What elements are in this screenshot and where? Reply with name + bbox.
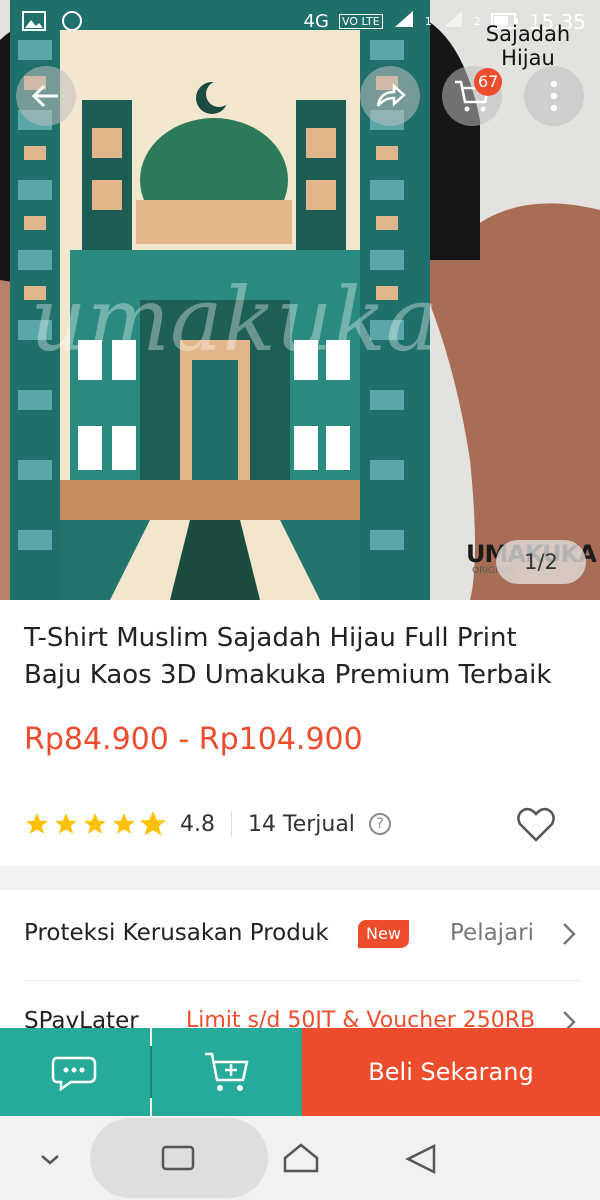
star-icon xyxy=(113,813,135,834)
image-counter: 1/2 xyxy=(496,540,586,584)
paylater-label: SPayLater xyxy=(24,1008,139,1030)
star-icon xyxy=(26,813,48,834)
chat-button[interactable] xyxy=(0,1028,150,1116)
buy-now-button[interactable]: Beli Sekarang xyxy=(302,1028,600,1116)
sim1-label: 1 xyxy=(424,15,432,28)
sim2-signal-icon xyxy=(442,9,464,34)
add-to-cart-icon xyxy=(205,1052,249,1091)
product-info: T-Shirt Muslim Sajadah Hijau Full Print … xyxy=(0,600,600,866)
shop-name[interactable]: Sajadah Hijau xyxy=(470,22,586,70)
arrow-left-icon xyxy=(31,84,58,108)
svg-text:umakuka: umakuka xyxy=(30,268,438,371)
star-icon xyxy=(55,813,77,834)
rating-value: 4.8 xyxy=(180,811,215,837)
protection-row[interactable]: Proteksi Kerusakan Produk New Pelajari xyxy=(24,890,580,981)
sold-count: 14 Terjual xyxy=(248,811,355,837)
product-photo-shirt: umakuka xyxy=(0,0,600,600)
product-image[interactable]: umakuka xyxy=(0,0,600,600)
volte-indicator: VO LTE xyxy=(338,14,383,29)
nav-home-icon[interactable] xyxy=(282,1142,320,1178)
nav-collapse-icon[interactable] xyxy=(38,1152,62,1172)
gallery-icon xyxy=(22,11,46,36)
new-badge: New xyxy=(358,920,409,948)
system-navigation-bar xyxy=(0,1116,600,1200)
star-icon xyxy=(84,813,106,834)
nav-back-icon[interactable] xyxy=(404,1142,438,1180)
star-half-icon xyxy=(140,811,166,836)
chevron-right-icon xyxy=(562,922,576,950)
share-icon xyxy=(376,83,406,107)
share-button[interactable] xyxy=(360,66,420,126)
add-to-cart-button[interactable] xyxy=(152,1028,302,1116)
extras-section: Proteksi Kerusakan Produk New Pelajari S… xyxy=(0,890,600,1030)
network-type: 4G xyxy=(303,11,329,32)
help-icon[interactable]: ? xyxy=(368,813,391,835)
rating-row[interactable]: 4.8 14 Terjual ? xyxy=(24,806,391,842)
rating-stars xyxy=(24,811,166,837)
learn-more-link[interactable]: Pelajari xyxy=(450,920,534,946)
sim1-signal-icon xyxy=(393,9,415,34)
product-price: Rp84.900 - Rp104.900 xyxy=(24,722,363,757)
back-button[interactable] xyxy=(16,66,76,126)
more-button[interactable] xyxy=(524,66,584,126)
chevron-right-icon xyxy=(562,1010,576,1030)
more-vertical-icon xyxy=(550,80,558,112)
nav-recents-icon[interactable] xyxy=(160,1144,196,1176)
bottom-action-bar: Beli Sekarang xyxy=(0,1028,600,1116)
protection-label: Proteksi Kerusakan Produk xyxy=(24,920,329,946)
sync-icon xyxy=(60,9,84,38)
heart-icon xyxy=(517,807,555,842)
favorite-button[interactable] xyxy=(514,802,558,850)
paylater-row[interactable]: SPayLater Limit s/d 50JT & Voucher 250RB xyxy=(24,1008,580,1030)
product-title: T-Shirt Muslim Sajadah Hijau Full Print … xyxy=(24,623,552,690)
paylater-promo: Limit s/d 50JT & Voucher 250RB xyxy=(186,1008,536,1030)
divider xyxy=(231,811,232,837)
chat-icon xyxy=(51,1056,97,1092)
